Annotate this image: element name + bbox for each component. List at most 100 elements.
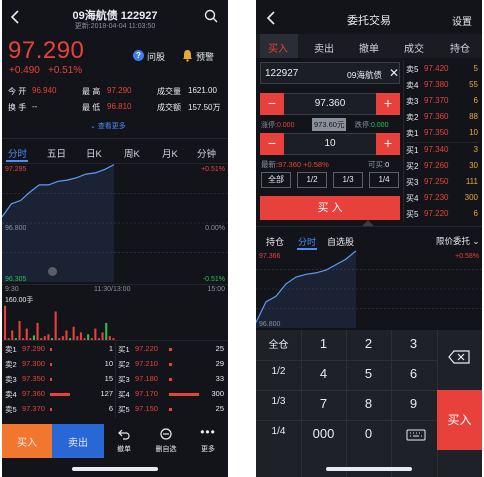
cancel-order-button[interactable]: 撤单 — [104, 424, 144, 458]
remove-watchlist-button[interactable]: 删自选 — [146, 424, 186, 458]
intraday-chart[interactable]: 97.295 96.800 96.305 +0.51% 0.00% -0.51% — [2, 164, 228, 284]
keypad-key[interactable]: 1/4 — [256, 426, 301, 437]
bid-label: 买1 — [406, 146, 419, 155]
keypad-key[interactable]: 1 — [301, 336, 346, 351]
ask-row[interactable]: 卖2 97.360 88 — [406, 112, 478, 126]
tab-sell[interactable]: 卖出 — [314, 40, 334, 55]
keyboard-icon[interactable] — [406, 429, 426, 441]
volume-bar — [4, 305, 7, 340]
keypad-key[interactable]: 1/3 — [256, 396, 301, 407]
bid-label: 买2 — [118, 360, 130, 369]
volume-chart: 160.00手 — [2, 294, 228, 340]
tab-buy[interactable]: 买入 — [268, 40, 288, 55]
keypad-buy-button[interactable]: 买入 — [437, 390, 482, 450]
mini-chart-y-top: 97.366 — [259, 253, 281, 260]
bid-row[interactable]: 买1 97.340 3 — [406, 145, 478, 159]
bid-price: 97.170 — [135, 389, 158, 398]
quantity-value[interactable]: 10 — [284, 138, 376, 149]
keypad-key[interactable]: 7 — [301, 396, 346, 411]
keypad-key[interactable]: 1/2 — [256, 366, 301, 377]
bid-price: 97.340 — [424, 145, 449, 154]
volume-bar — [79, 332, 82, 340]
bid-label: 买3 — [406, 178, 419, 187]
ask-price: 97.350 — [424, 128, 449, 137]
quantity-minus-button[interactable]: − — [260, 133, 284, 155]
bid-row[interactable]: 买2 97.260 30 — [406, 161, 478, 175]
qty-half-button[interactable]: 1/2 — [297, 172, 327, 188]
ask-stock-button[interactable]: ? 问股 — [133, 49, 173, 63]
more-button[interactable]: ••• 更多 — [188, 424, 228, 458]
active-tab-indicator — [6, 160, 28, 162]
bid-qty: 33 — [215, 374, 224, 383]
chart-y-top: 97.295 — [5, 166, 27, 173]
bid-row[interactable]: 买5 97.220 6 — [406, 209, 478, 223]
price-plus-button[interactable]: + — [376, 93, 400, 115]
ask-row[interactable]: 卖5 97.420 5 — [406, 64, 478, 78]
tab-positions[interactable]: 持仓 — [450, 40, 470, 55]
price-value[interactable]: 97.360 — [284, 98, 376, 109]
keypad-key[interactable]: 3 — [391, 336, 436, 351]
clear-icon[interactable]: ✕ — [389, 66, 399, 80]
ask-row[interactable]: 卖3 97.370 6 — [406, 96, 478, 110]
tab-weekly-k[interactable]: 周K — [124, 146, 140, 160]
chevron-down-icon: ⌄ — [90, 123, 98, 130]
keypad-key[interactable]: 2 — [346, 336, 391, 351]
ask-row[interactable]: 卖4 97.380 55 — [406, 80, 478, 94]
keypad-key[interactable]: 000 — [301, 426, 346, 441]
bid-row[interactable]: 买3 97.250 111 — [406, 177, 478, 191]
tab-cancel[interactable]: 撤单 — [359, 40, 379, 55]
ask-price: 97.360 — [424, 112, 449, 121]
tab-deals[interactable]: 成交 — [404, 40, 424, 55]
ask-row[interactable]: 卖1 97.350 10 — [406, 128, 478, 142]
remove-watchlist-label: 删自选 — [155, 446, 177, 453]
tab-daily-k[interactable]: 日K — [86, 146, 102, 160]
search-icon[interactable] — [204, 9, 218, 23]
ask-depth-bar — [50, 348, 52, 351]
buy-button[interactable]: 买入 — [2, 424, 52, 458]
sell-button[interactable]: 卖出 — [52, 424, 104, 458]
keypad-key[interactable]: 6 — [391, 366, 436, 381]
quantity-plus-button[interactable]: + — [376, 133, 400, 155]
ask-row[interactable]: 卖2 97.300 10 — [5, 359, 113, 372]
lower-tab-timeshare[interactable]: 分时 — [298, 235, 316, 248]
stock-detail-screen: 09海航债 122927 更新:2018-04-04 11:03:50 97.2… — [2, 0, 228, 477]
bid-row[interactable]: 买4 97.230 300 — [406, 193, 478, 207]
lower-tab-positions[interactable]: 持仓 — [266, 235, 284, 248]
settings-link[interactable]: 设置 — [452, 13, 472, 28]
price-minus-button[interactable]: − — [260, 93, 284, 115]
qty-third-button[interactable]: 1/3 — [333, 172, 363, 188]
ask-price: 97.300 — [22, 359, 45, 368]
volume-bar — [36, 322, 39, 340]
bid-label: 买4 — [406, 194, 419, 203]
mini-chart[interactable]: 97.366 96.800 +0.58% — [256, 250, 482, 330]
keypad-key[interactable]: 9 — [391, 396, 436, 411]
stock-code-input[interactable]: 122927 09海航债 ✕ — [260, 62, 400, 84]
collapse-arrow-icon[interactable] — [362, 220, 374, 226]
keypad-key[interactable]: 全仓 — [256, 336, 301, 351]
qty-all-button[interactable]: 全部 — [261, 172, 291, 188]
keypad-key[interactable]: 0 — [346, 426, 391, 441]
keypad-key[interactable]: 5 — [346, 366, 391, 381]
backspace-icon[interactable] — [448, 350, 470, 364]
keypad-key[interactable]: 4 — [301, 366, 346, 381]
ask-row[interactable]: 卖3 97.350 15 — [5, 374, 113, 387]
ask-qty: 127 — [100, 389, 113, 398]
keypad-key[interactable]: 8 — [346, 396, 391, 411]
alert-button[interactable]: 预警 — [182, 49, 222, 63]
submit-buy-button[interactable]: 买 入 — [260, 196, 400, 220]
undo-icon — [118, 429, 130, 440]
order-type-select[interactable]: 限价委托 ⌄ — [436, 235, 480, 247]
tab-monthly-k[interactable]: 月K — [162, 146, 178, 160]
tab-timeshare[interactable]: 分时 — [8, 146, 27, 160]
ask-row[interactable]: 卖5 97.370 6 — [5, 404, 113, 417]
qty-quarter-button[interactable]: 1/4 — [369, 172, 399, 188]
ask-row[interactable]: 卖1 97.290 1 — [5, 344, 113, 357]
tab-five-day[interactable]: 五日 — [47, 146, 66, 160]
limit-info: 涨停:0.000 — [261, 120, 294, 130]
view-more-link[interactable]: ⌄ 查看更多 — [90, 121, 126, 131]
tab-minute[interactable]: 分钟 — [197, 146, 216, 160]
lower-tab-watchlist[interactable]: 自选股 — [327, 235, 354, 248]
bid-price: 97.220 — [135, 344, 158, 353]
update-time: 更新:2018-04-04 11:03:50 — [74, 23, 156, 30]
chart-settings-icon[interactable] — [48, 267, 57, 276]
